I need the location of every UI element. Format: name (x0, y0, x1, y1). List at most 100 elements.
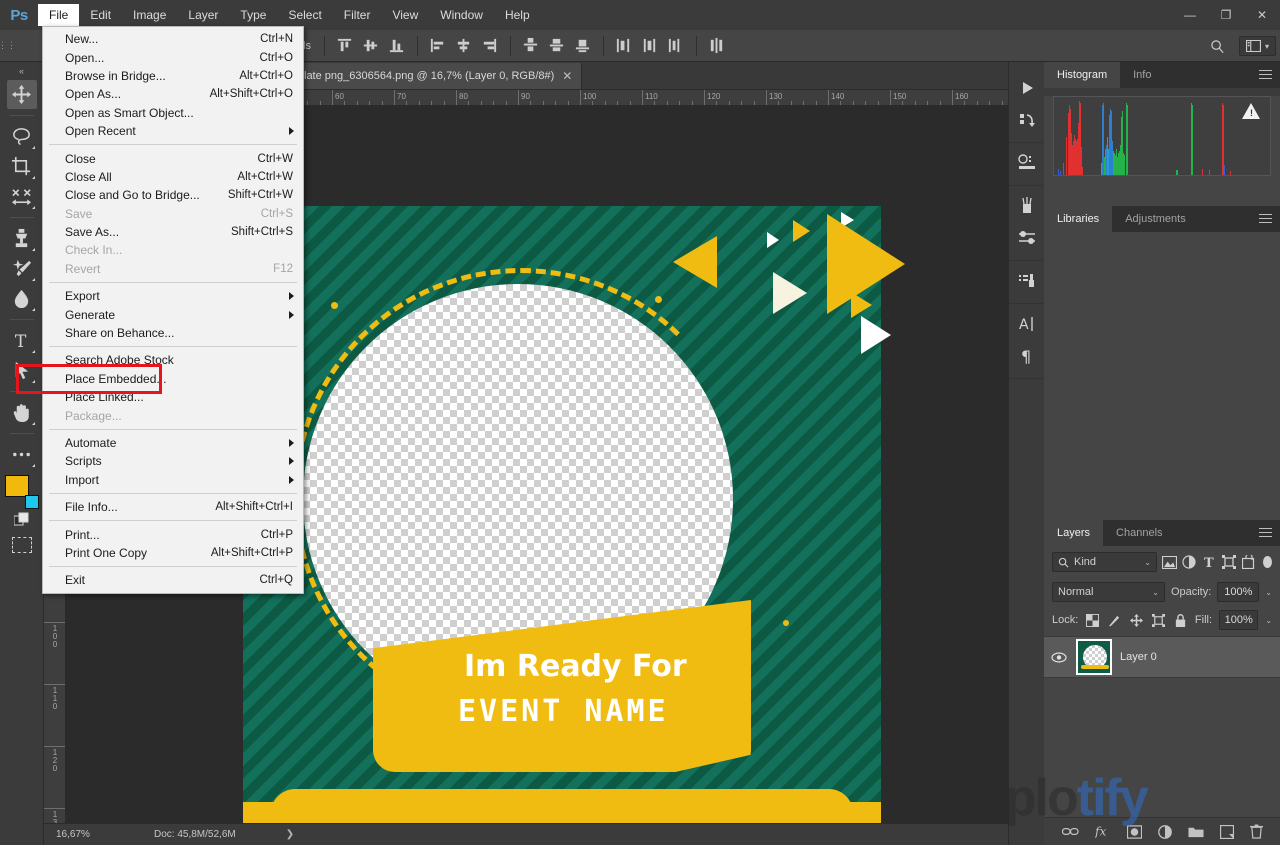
collapse-tools-button[interactable]: « (0, 62, 43, 80)
brushes-icon[interactable] (1012, 190, 1042, 222)
menu-layer[interactable]: Layer (177, 4, 229, 26)
distribute-left-edges-icon[interactable] (611, 34, 637, 58)
menu-image[interactable]: Image (122, 4, 177, 26)
lock-position-icon[interactable] (1129, 612, 1144, 628)
default-colors-icon[interactable] (7, 509, 37, 531)
align-bottom-edges-icon[interactable] (384, 34, 410, 58)
menu-item-import[interactable]: Import (43, 471, 303, 489)
distribute-bottom-edges-icon[interactable] (570, 34, 596, 58)
lock-transparent-pixels-icon[interactable] (1085, 612, 1100, 628)
table-row[interactable]: Layer 0 (1044, 636, 1280, 678)
menu-filter[interactable]: Filter (333, 4, 382, 26)
menu-item-print[interactable]: Print... Ctrl+P (43, 525, 303, 543)
lasso-tool[interactable] (7, 122, 37, 151)
timeline-play-icon[interactable] (1012, 72, 1042, 104)
new-group-icon[interactable] (1187, 825, 1204, 838)
menu-file[interactable]: File (38, 4, 80, 26)
opacity-value[interactable]: 100% (1217, 582, 1260, 602)
chevron-down-icon[interactable]: ⌄ (1152, 588, 1159, 597)
type-tool[interactable]: T (7, 326, 37, 355)
tab-info[interactable]: Info (1120, 62, 1165, 88)
lock-artboard-icon[interactable] (1151, 612, 1166, 628)
search-icon[interactable] (1205, 34, 1231, 58)
new-adjustment-layer-icon[interactable] (1157, 824, 1172, 839)
file-menu-dropdown[interactable]: New... Ctrl+N Open... Ctrl+O Browse in Bridg… (42, 26, 304, 594)
move-tool[interactable] (6, 80, 37, 109)
clone-stamp-tool[interactable] (7, 224, 37, 253)
libraries-panel-body[interactable] (1044, 232, 1280, 532)
character-icon[interactable]: A (1012, 308, 1042, 340)
paragraph-icon[interactable]: ¶ (1012, 340, 1042, 372)
fill-value[interactable]: 100% (1219, 610, 1259, 630)
distribute-horizontal-centers-icon[interactable] (637, 34, 663, 58)
menu-item-file-info[interactable]: File Info... Alt+Shift+Ctrl+I (43, 498, 303, 516)
minimize-button[interactable]: — (1172, 0, 1208, 30)
menu-item-print-one-copy[interactable]: Print One Copy Alt+Shift+Ctrl+P (43, 544, 303, 562)
menu-edit[interactable]: Edit (79, 4, 122, 26)
menu-item-share-on-behance[interactable]: Share on Behance... (43, 324, 303, 342)
align-left-edges-icon[interactable] (425, 34, 451, 58)
brush-settings-icon[interactable] (1012, 222, 1042, 254)
menu-item-export[interactable]: Export (43, 287, 303, 305)
menu-item-place-linked[interactable]: Place Linked... (43, 388, 303, 406)
panel-menu-icon[interactable] (1259, 70, 1272, 82)
edit-toolbar-tool[interactable] (7, 440, 37, 469)
color-icon[interactable] (1012, 147, 1042, 179)
close-icon[interactable]: ✕ (562, 69, 572, 83)
filter-type-icon[interactable]: T (1202, 552, 1217, 572)
actions-icon[interactable] (1012, 104, 1042, 136)
filter-smart-object-icon[interactable] (1241, 552, 1256, 572)
layer-thumbnail[interactable] (1076, 639, 1112, 675)
menu-item-close[interactable]: Close Ctrl+W (43, 149, 303, 167)
menu-item-open-as-smart-object[interactable]: Open as Smart Object... (43, 104, 303, 122)
status-expand-icon[interactable]: ❯ (286, 829, 294, 840)
menu-item-save-as[interactable]: Save As... Shift+Ctrl+S (43, 223, 303, 241)
menu-item-automate[interactable]: Automate (43, 434, 303, 452)
filter-toggle[interactable] (1263, 556, 1272, 568)
panel-menu-icon[interactable] (1259, 528, 1272, 540)
layer-visibility-icon[interactable] (1050, 651, 1068, 663)
distribute-top-edges-icon[interactable] (518, 34, 544, 58)
menu-item-exit[interactable]: Exit Ctrl+Q (43, 571, 303, 589)
menu-window[interactable]: Window (429, 4, 494, 26)
menu-item-new[interactable]: New... Ctrl+N (43, 30, 303, 48)
align-top-edges-icon[interactable] (332, 34, 358, 58)
transform-tool[interactable] (7, 182, 37, 211)
distribute-vertical-centers-icon[interactable] (544, 34, 570, 58)
delete-layer-icon[interactable] (1249, 824, 1263, 839)
align-horizontal-centers-icon[interactable] (451, 34, 477, 58)
tab-layers[interactable]: Layers (1044, 520, 1104, 546)
blend-mode-select[interactable]: Normal ⌄ (1052, 582, 1165, 602)
hand-tool[interactable] (7, 398, 37, 427)
lock-all-icon[interactable] (1173, 612, 1188, 628)
background-color-swatch[interactable] (24, 495, 39, 509)
new-layer-icon[interactable] (1219, 824, 1234, 839)
blur-tool[interactable] (7, 284, 37, 313)
clone-source-icon[interactable] (1012, 265, 1042, 297)
link-layers-icon[interactable] (1061, 826, 1079, 837)
spot-healing-tool[interactable] (7, 254, 37, 283)
quick-mask-icon[interactable] (11, 537, 32, 553)
distribute-right-edges-icon[interactable] (663, 34, 689, 58)
tab-histogram[interactable]: Histogram (1044, 62, 1121, 88)
panel-menu-icon[interactable] (1259, 214, 1272, 226)
color-swatches[interactable] (4, 475, 39, 509)
lock-image-pixels-icon[interactable] (1107, 612, 1122, 628)
menu-item-open-as[interactable]: Open As... Alt+Shift+Ctrl+O (43, 85, 303, 103)
tab-libraries[interactable]: Libraries (1044, 206, 1113, 232)
maximize-button[interactable]: ❐ (1208, 0, 1244, 30)
menu-item-browse-in-bridge[interactable]: Browse in Bridge... Alt+Ctrl+O (43, 67, 303, 85)
fill-stepper-icon[interactable]: ⌄ (1265, 616, 1272, 625)
document-tab[interactable]: late png_6306564.png @ 16,7% (Layer 0, R… (292, 63, 583, 89)
layer-filter-kind-select[interactable]: Kind ⌄ (1052, 552, 1157, 572)
menu-item-place-embedded[interactable]: Place Embedded... (43, 370, 303, 388)
distribute-spacing-icon[interactable] (704, 34, 730, 58)
opacity-stepper-icon[interactable]: ⌄ (1265, 588, 1272, 597)
menu-view[interactable]: View (381, 4, 429, 26)
menu-select[interactable]: Select (277, 4, 332, 26)
path-selection-tool[interactable] (7, 356, 37, 385)
align-right-edges-icon[interactable] (477, 34, 503, 58)
menu-item-search-adobe-stock[interactable]: Search Adobe Stock (43, 351, 303, 369)
menu-help[interactable]: Help (494, 4, 541, 26)
workspace-switcher-icon[interactable]: ▾ (1238, 36, 1276, 56)
